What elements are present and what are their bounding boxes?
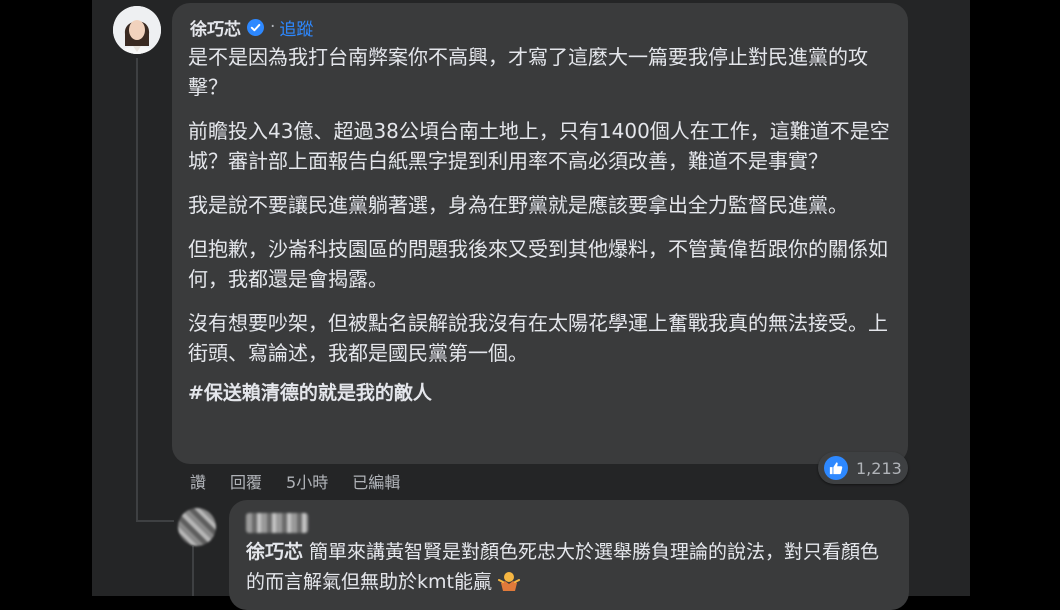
shrug-emoji-icon	[498, 570, 521, 601]
like-icon	[824, 456, 848, 480]
comment-paragraph: 前瞻投入43億、超過38公頃台南土地上，只有1400個人在工作，這難道不是空城？…	[188, 119, 890, 173]
thread-line	[136, 58, 138, 522]
comment-header: 徐巧芯 · 追蹤	[190, 15, 313, 40]
reaction-summary[interactable]: 1,213	[818, 452, 908, 484]
comment-paragraph: 是不是因為我打台南弊案你不高興，才寫了這麼大一篇要我停止對民進黨的攻擊？	[188, 45, 868, 99]
hashtag-link[interactable]: #保送賴清德的就是我的敵人	[188, 378, 894, 408]
reply-mention[interactable]: 徐巧芯	[246, 541, 303, 563]
like-action[interactable]: 讚	[190, 469, 206, 493]
verified-badge-icon	[247, 18, 264, 36]
follow-button[interactable]: 追蹤	[279, 15, 313, 40]
comment-paragraph: 但抱歉，沙崙科技園區的問題我後來又受到其他爆料，不管黃偉哲跟你的關係如何，我都還…	[188, 237, 888, 291]
reply-author-name-blurred[interactable]	[246, 513, 308, 533]
edited-label[interactable]: 已編輯	[352, 469, 400, 493]
reply-avatar-blurred[interactable]	[178, 508, 216, 546]
author-photo	[113, 6, 161, 54]
separator-dot: ·	[270, 17, 276, 37]
reply-action[interactable]: 回覆	[230, 469, 262, 493]
author-name[interactable]: 徐巧芯	[190, 15, 241, 40]
comment-paragraph: 我是說不要讓民進黨躺著選，身為在野黨就是應該要拿出全力監督民進黨。	[188, 193, 848, 217]
thread-line-lower	[192, 546, 194, 596]
author-avatar[interactable]	[113, 6, 161, 54]
thread-connector	[136, 520, 174, 522]
timestamp[interactable]: 5小時	[286, 469, 328, 493]
reaction-count: 1,213	[856, 458, 902, 478]
reply-text: 簡單來講黃智賢是對顏色死忠大於選舉勝負理論的說法，對只看顏色的而言解氣但無助於k…	[246, 541, 880, 593]
reply-body: 徐巧芯 簡單來講黃智賢是對顏色死忠大於選舉勝負理論的說法，對只看顏色的而言解氣但…	[246, 537, 896, 601]
comment-paragraph: 沒有想要吵架，但被點名誤解說我沒有在太陽花學運上奮戰我真的無法接受。上街頭、寫論…	[188, 311, 888, 365]
comment-actions: 讚 回覆 5小時 已編輯	[190, 469, 424, 493]
comment-body: 是不是因為我打台南弊案你不高興，才寫了這麼大一篇要我停止對民進黨的攻擊？ 前瞻投…	[188, 42, 894, 422]
